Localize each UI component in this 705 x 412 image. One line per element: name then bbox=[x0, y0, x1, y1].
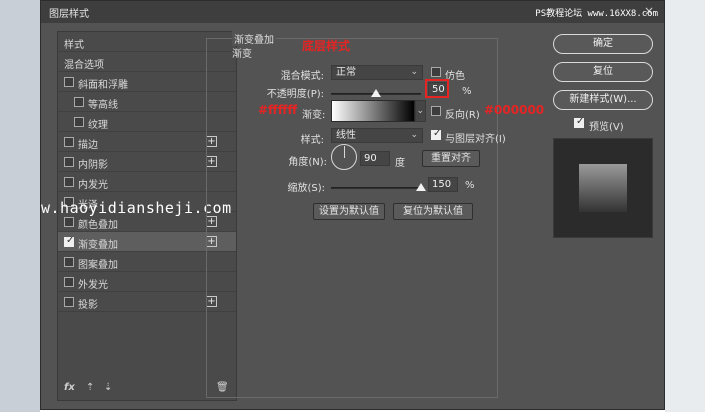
blend-mode-label: 混合模式: bbox=[280, 71, 324, 82]
background-photo-right bbox=[665, 0, 705, 412]
list-item-checkbox[interactable] bbox=[74, 117, 84, 127]
list-item-label: 混合选项 bbox=[64, 60, 104, 71]
group-title: 渐变叠加 bbox=[232, 31, 276, 46]
list-item-checkbox[interactable] bbox=[64, 137, 74, 147]
make-default-button[interactable]: 设置为默认值 bbox=[313, 203, 385, 220]
list-item-checkbox[interactable] bbox=[64, 217, 74, 227]
list-item-label: 内发光 bbox=[78, 180, 108, 191]
background-photo-left bbox=[0, 0, 40, 412]
angle-unit: 度 bbox=[395, 158, 405, 169]
list-item-label: 颜色叠加 bbox=[78, 220, 118, 231]
angle-label: 角度(N): bbox=[288, 157, 327, 168]
scale-slider-track[interactable] bbox=[331, 187, 421, 189]
annotation-title-note: 底层样式 bbox=[302, 39, 351, 53]
scale-label: 缩放(S): bbox=[287, 183, 325, 194]
align-layer-checkbox[interactable] bbox=[431, 128, 441, 140]
scale-unit: % bbox=[465, 180, 475, 191]
list-item-label: 内阴影 bbox=[78, 160, 108, 171]
list-item-checkbox[interactable] bbox=[64, 297, 74, 307]
reverse-checkbox[interactable] bbox=[431, 106, 441, 116]
opacity-unit: % bbox=[462, 86, 472, 97]
list-item-checkbox[interactable] bbox=[64, 177, 74, 187]
style-value: 线性 bbox=[336, 130, 356, 141]
gradient-label: 渐变: bbox=[302, 110, 326, 121]
angle-dial[interactable] bbox=[331, 144, 357, 170]
list-item-checkbox[interactable] bbox=[64, 277, 74, 287]
preview-checkbox[interactable] bbox=[574, 116, 584, 128]
list-item-checkbox[interactable] bbox=[64, 235, 74, 247]
reset-default-button[interactable]: 复位为默认值 bbox=[393, 203, 473, 220]
move-up-icon[interactable]: ⇡ bbox=[86, 382, 94, 393]
scale-input[interactable]: 150 bbox=[428, 177, 458, 192]
subgroup-title: 渐变 bbox=[232, 49, 252, 60]
list-item-label: 外发光 bbox=[78, 280, 108, 291]
blend-mode-value: 正常 bbox=[336, 67, 356, 78]
watermark-mid: w.haoyidiansheji.com bbox=[41, 199, 232, 217]
chevron-down-icon: ⌄ bbox=[410, 67, 418, 77]
list-item-checkbox[interactable] bbox=[64, 157, 74, 167]
style-select[interactable]: 线性 ⌄ bbox=[331, 128, 423, 143]
dialog-title: 图层样式 bbox=[49, 9, 89, 20]
list-item-label: 斜面和浮雕 bbox=[78, 80, 128, 91]
angle-input[interactable]: 90 bbox=[360, 151, 390, 166]
opacity-slider-thumb[interactable] bbox=[371, 89, 381, 97]
opacity-label: 不透明度(P): bbox=[266, 89, 324, 100]
list-item-label: 投影 bbox=[78, 300, 98, 311]
list-item-label: 等高线 bbox=[88, 100, 118, 111]
style-label: 样式: bbox=[300, 135, 324, 146]
gradient-picker[interactable] bbox=[331, 100, 415, 122]
list-item-label: 样式 bbox=[64, 40, 84, 51]
list-item-label: 描边 bbox=[78, 140, 98, 151]
blend-mode-select[interactable]: 正常 ⌄ bbox=[331, 65, 423, 80]
watermark-top: PS教程论坛 www.16XX8.com bbox=[535, 9, 658, 19]
move-down-icon[interactable]: ⇣ bbox=[104, 382, 112, 393]
chevron-down-icon: ⌄ bbox=[416, 106, 424, 116]
scale-slider-thumb[interactable] bbox=[416, 183, 426, 191]
new-style-button[interactable]: 新建样式(W)... bbox=[553, 90, 653, 110]
gradient-dropdown[interactable]: ⌄ bbox=[415, 100, 426, 122]
style-preview-swatch bbox=[579, 164, 627, 212]
reset-align-button[interactable]: 重置对齐 bbox=[422, 150, 480, 167]
list-item-label: 渐变叠加 bbox=[78, 240, 118, 251]
style-preview bbox=[553, 138, 653, 238]
dither-checkbox[interactable] bbox=[431, 67, 441, 77]
list-item-checkbox[interactable] bbox=[64, 77, 74, 87]
list-item-label: 纹理 bbox=[88, 120, 108, 131]
fx-icon[interactable]: fx bbox=[64, 382, 75, 393]
chevron-down-icon: ⌄ bbox=[410, 130, 418, 140]
annotation-highlight-box bbox=[425, 79, 449, 98]
ok-button[interactable]: 确定 bbox=[553, 34, 653, 54]
reverse-label: 反向(R) bbox=[445, 110, 480, 121]
annotation-right-color: #000000 bbox=[484, 103, 545, 117]
list-item-checkbox[interactable] bbox=[64, 257, 74, 267]
preview-label: 预览(V) bbox=[589, 122, 624, 133]
dialog-titlebar: 图层样式 × PS教程论坛 www.16XX8.com bbox=[41, 1, 664, 23]
list-item-checkbox[interactable] bbox=[74, 97, 84, 107]
align-layer-label: 与图层对齐(I) bbox=[445, 134, 506, 145]
list-item-label: 图案叠加 bbox=[78, 260, 118, 271]
annotation-left-color: #ffffff bbox=[258, 103, 298, 117]
reset-button[interactable]: 复位 bbox=[553, 62, 653, 82]
